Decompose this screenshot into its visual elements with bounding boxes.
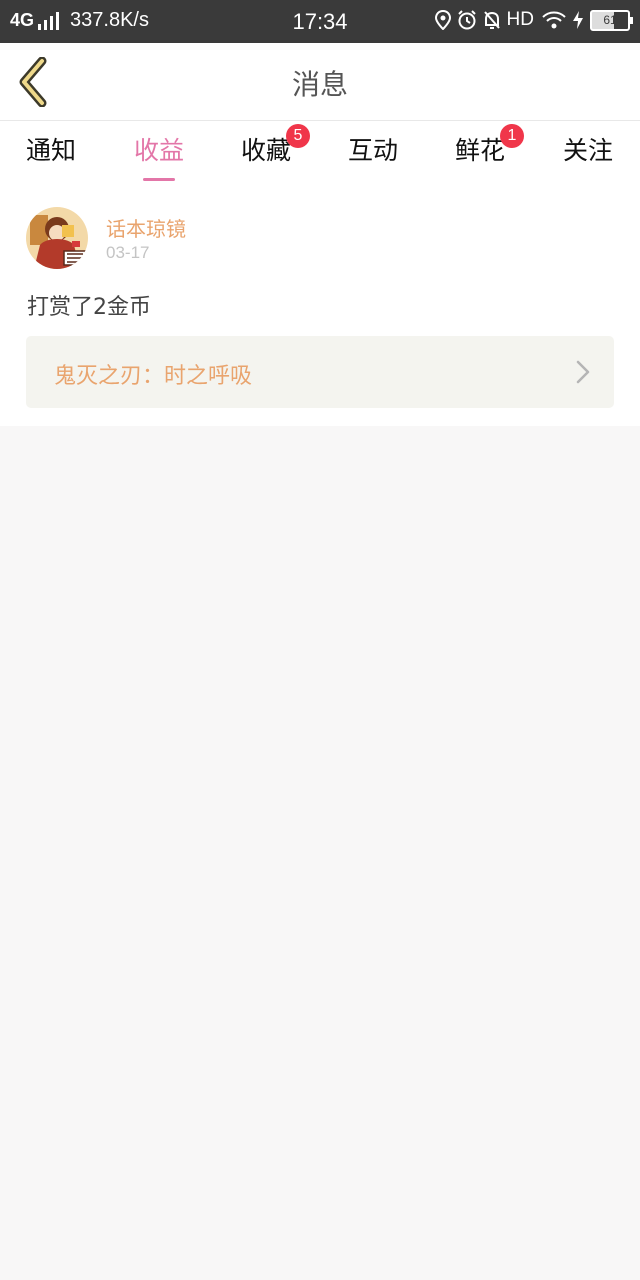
alarm-icon: [457, 10, 476, 30]
tab-notifications[interactable]: 通知: [1, 131, 101, 181]
page-title: 消息: [291, 68, 348, 101]
tab-favorites[interactable]: 收藏 5: [216, 124, 316, 181]
status-right: HD 61: [434, 9, 633, 31]
wifi-icon: [542, 11, 566, 29]
sender-name[interactable]: 话本琼镜: [106, 213, 186, 242]
bell-off-icon: [483, 11, 500, 29]
hd-indicator: HD: [506, 9, 534, 30]
avatar[interactable]: [26, 207, 88, 269]
battery-icon: 61: [590, 9, 633, 31]
chevron-right-icon: [576, 360, 590, 384]
tab-label: 收藏: [240, 136, 291, 165]
book-title: 鬼灭之刃：时之呼吸: [54, 364, 253, 389]
tab-following[interactable]: 关注: [538, 131, 638, 181]
tab-flowers[interactable]: 鲜花 1: [430, 124, 530, 181]
message-text: 打赏了2金币: [27, 295, 151, 320]
tab-interactions[interactable]: 互动: [323, 131, 423, 181]
tab-label: 通知: [25, 136, 76, 165]
message-date: 03-17: [106, 243, 150, 262]
tab-earnings[interactable]: 收益: [109, 131, 209, 181]
book-link[interactable]: 鬼灭之刃：时之呼吸: [26, 336, 614, 408]
tab-label: 关注: [562, 136, 613, 165]
tab-label: 鲜花: [454, 136, 505, 165]
message-item: 话本琼镜 03-17 打赏了2金币 鬼灭之刃：时之呼吸: [0, 181, 640, 426]
tab-label: 互动: [347, 136, 398, 165]
tab-label: 收益: [133, 136, 184, 165]
avatar-image: [26, 207, 88, 269]
status-bar: 4G 337.8K/s 17:34 HD 61: [0, 0, 640, 43]
favorites-count-badge: 5: [286, 124, 310, 148]
location-icon: [434, 10, 451, 30]
charging-icon: [573, 11, 583, 29]
tab-bar: 通知 收益 收藏 5 互动 鲜花 1 关注: [0, 121, 640, 181]
header: 消息: [0, 43, 640, 121]
flowers-count-badge: 1: [500, 124, 524, 148]
